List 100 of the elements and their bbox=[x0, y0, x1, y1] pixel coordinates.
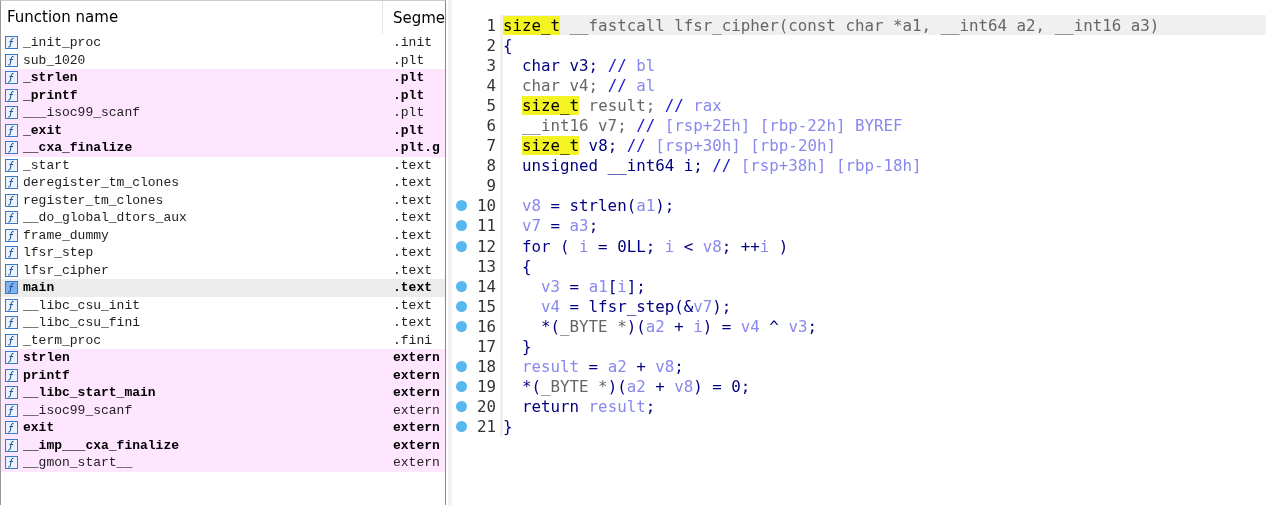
code-line: v8 = strlen(a1); bbox=[521, 196, 675, 216]
function-name: _start bbox=[23, 157, 71, 173]
segment-name: .text bbox=[393, 175, 432, 191]
function-row[interactable]: _start .text bbox=[1, 156, 445, 174]
segment-name: .plt bbox=[393, 87, 425, 103]
function-name: _strlen bbox=[23, 70, 79, 86]
code-line: { bbox=[521, 256, 532, 276]
breakpoint-dot-icon[interactable] bbox=[455, 401, 467, 413]
segment-name: extern bbox=[393, 402, 440, 418]
segment-name: .text bbox=[393, 157, 432, 173]
function-icon bbox=[5, 368, 18, 382]
line-number: 19 bbox=[475, 377, 496, 397]
code-line: } bbox=[503, 417, 513, 437]
function-row[interactable]: __libc_start_main extern bbox=[1, 384, 445, 402]
segment-name: extern bbox=[393, 455, 440, 471]
line-number: 6 bbox=[485, 116, 496, 135]
segment-name: .text bbox=[393, 262, 432, 278]
breakpoint-dot-icon[interactable] bbox=[455, 300, 467, 312]
breakpoint-dot-icon[interactable] bbox=[455, 220, 467, 232]
function-name: __isoc99_scanf bbox=[23, 402, 134, 418]
function-row[interactable]: _strlen .plt bbox=[1, 69, 445, 87]
breakpoint-dot-icon[interactable] bbox=[455, 200, 467, 212]
function-row[interactable]: __do_global_dtors_aux .text bbox=[1, 209, 445, 227]
function-icon bbox=[5, 88, 18, 102]
breakpoint-dot-icon[interactable] bbox=[455, 421, 467, 433]
function-icon bbox=[5, 403, 18, 417]
line-number: 7 bbox=[485, 136, 496, 156]
function-row[interactable]: lfsr_cipher .text bbox=[1, 261, 445, 279]
function-icon bbox=[5, 141, 18, 155]
function-row[interactable]: strlen extern bbox=[1, 349, 445, 367]
function-row[interactable]: __cxa_finalize .plt.g bbox=[1, 139, 445, 157]
function-row[interactable]: frame_dummy .text bbox=[1, 226, 445, 244]
function-name: _exit bbox=[23, 122, 63, 138]
function-icon bbox=[5, 351, 18, 365]
breakpoint-dot-icon[interactable] bbox=[455, 280, 467, 292]
function-row[interactable]: _term_proc .fini bbox=[1, 331, 445, 349]
function-name: strlen bbox=[23, 350, 71, 366]
function-row[interactable]: __gmon_start__ extern bbox=[1, 454, 445, 472]
segment-name: extern bbox=[393, 350, 440, 366]
function-icon bbox=[5, 71, 18, 85]
function-row[interactable]: lfsr_step .text bbox=[1, 244, 445, 262]
function-icon bbox=[5, 421, 18, 435]
function-row[interactable]: deregister_tm_clones .text bbox=[1, 174, 445, 192]
segment-name: .text bbox=[393, 192, 432, 208]
breakpoint-dot-icon[interactable] bbox=[455, 320, 467, 332]
segment-name: .text bbox=[393, 297, 432, 313]
line-number: 8 bbox=[485, 156, 496, 176]
code-line: char v3; // bl bbox=[521, 55, 656, 75]
function-icon bbox=[5, 36, 18, 50]
column-header[interactable]: Function name bbox=[1, 1, 383, 34]
function-icon bbox=[5, 281, 18, 295]
function-name: deregister_tm_clones bbox=[23, 175, 181, 191]
code-line: return result; bbox=[521, 397, 656, 417]
breakpoint-dot-icon[interactable] bbox=[455, 361, 467, 373]
code-line: result = a2 + v8; bbox=[521, 357, 684, 377]
code-line: v7 = a3; bbox=[521, 216, 599, 236]
function-name: __libc_start_main bbox=[23, 385, 157, 401]
function-name: lfsr_cipher bbox=[23, 262, 110, 278]
function-icon bbox=[5, 53, 18, 67]
function-row[interactable]: sub_1020 .plt bbox=[1, 51, 445, 69]
line-number: 20 bbox=[475, 397, 496, 417]
function-icon bbox=[5, 193, 18, 207]
segment-name: .text bbox=[393, 280, 432, 296]
function-row[interactable]: exit extern bbox=[1, 419, 445, 437]
function-row[interactable]: __libc_csu_init .text bbox=[1, 296, 445, 314]
segment-name: extern bbox=[393, 367, 440, 383]
line-number: 4 bbox=[485, 75, 496, 95]
function-icon bbox=[5, 211, 18, 225]
line-number: 10 bbox=[475, 196, 496, 216]
function-name: lfsr_step bbox=[23, 245, 95, 261]
segment-name: .text bbox=[393, 245, 432, 261]
function-name: frame_dummy bbox=[23, 227, 110, 243]
function-name: printf bbox=[23, 367, 71, 383]
function-icon bbox=[5, 263, 18, 277]
function-name: ___isoc99_scanf bbox=[23, 105, 142, 121]
code-line: } bbox=[521, 337, 532, 357]
function-name: __libc_csu_fini bbox=[23, 315, 142, 331]
line-number: 21 bbox=[475, 417, 496, 437]
segment-name: extern bbox=[393, 437, 440, 453]
segment-name: .text bbox=[393, 210, 432, 226]
function-row[interactable]: main .text bbox=[1, 279, 445, 297]
breakpoint-dot-icon[interactable] bbox=[455, 381, 467, 393]
function-icon bbox=[5, 316, 18, 330]
breakpoint-dot-icon[interactable] bbox=[455, 240, 467, 252]
line-number: 5 bbox=[485, 95, 496, 115]
function-row[interactable]: __libc_csu_fini .text bbox=[1, 314, 445, 332]
segment-name: .fini bbox=[393, 332, 432, 348]
function-name: __libc_csu_init bbox=[23, 297, 142, 313]
function-icon bbox=[5, 158, 18, 172]
segment-name: extern bbox=[393, 385, 440, 401]
line-number: 14 bbox=[475, 276, 496, 296]
segment-name: extern bbox=[393, 420, 440, 436]
line-number: 12 bbox=[475, 236, 496, 256]
function-row[interactable]: register_tm_clones .text bbox=[1, 191, 445, 209]
function-icon bbox=[5, 176, 18, 190]
function-icon bbox=[5, 106, 18, 120]
line-number: 13 bbox=[475, 256, 496, 276]
column-header[interactable]: Segme bbox=[382, 8, 445, 27]
function-row[interactable]: ___isoc99_scanf .plt bbox=[1, 104, 445, 122]
function-row[interactable]: _init_proc .init bbox=[1, 34, 445, 52]
